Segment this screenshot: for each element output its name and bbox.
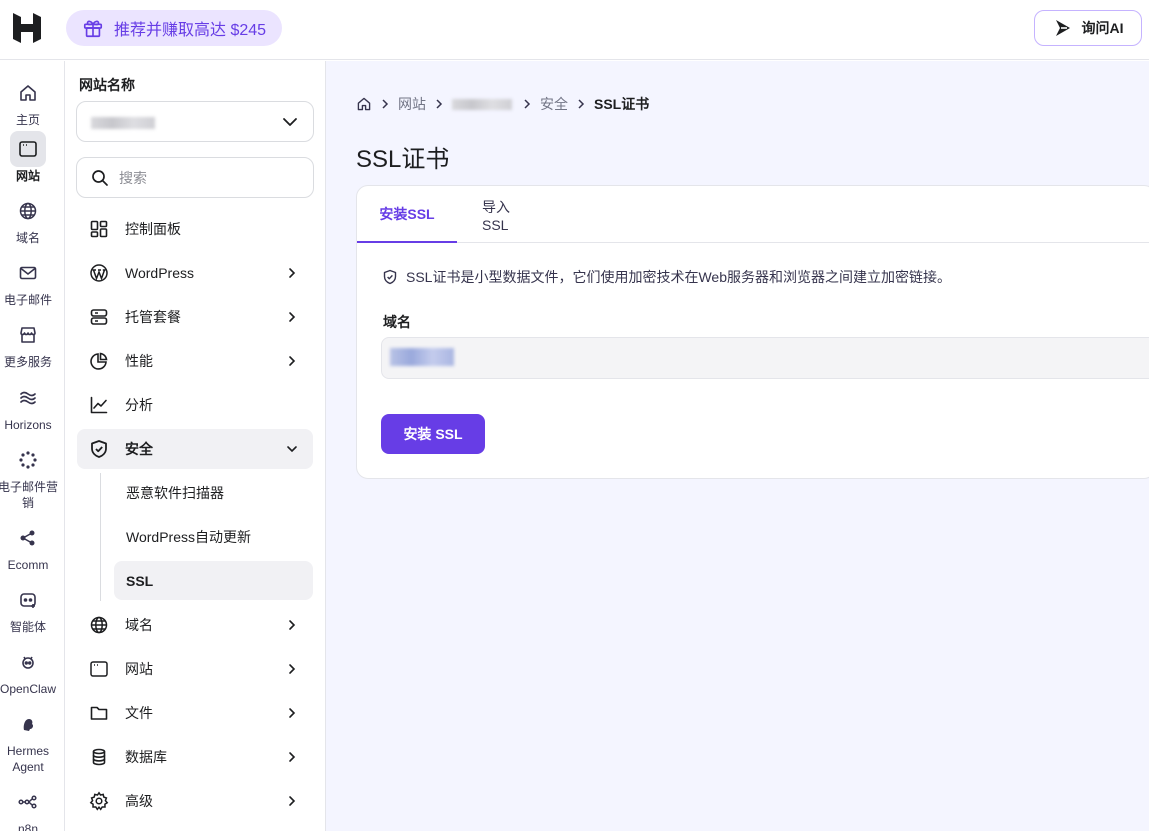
breadcrumb-site-redacted[interactable] bbox=[452, 97, 514, 111]
rail-item-email-marketing[interactable]: 电子邮件营销 bbox=[0, 442, 58, 511]
pie-chart-icon bbox=[90, 352, 108, 370]
breadcrumb-security[interactable]: 安全 bbox=[540, 94, 568, 114]
rail-item-agents[interactable]: 智能体 bbox=[0, 582, 56, 635]
folder-icon bbox=[90, 706, 108, 720]
ask-ai-button[interactable]: 询问AI bbox=[1034, 10, 1142, 46]
chevron-right-icon bbox=[289, 664, 296, 674]
gear-icon bbox=[89, 791, 109, 811]
domain-label: 域名 bbox=[383, 314, 411, 330]
nav-item-databases[interactable]: 数据库 bbox=[77, 737, 313, 777]
rail-item-home[interactable]: 主页 bbox=[0, 75, 56, 128]
rail-item-ecomm[interactable]: Ecomm bbox=[0, 520, 56, 573]
rail-item-domains[interactable]: 域名 bbox=[0, 193, 56, 246]
home-icon bbox=[20, 85, 36, 101]
chevron-right-icon bbox=[289, 620, 296, 630]
shield-icon bbox=[91, 440, 107, 458]
chevron-right-icon bbox=[289, 708, 296, 718]
nav-item-performance[interactable]: 性能 bbox=[77, 341, 313, 381]
ecomm-icon bbox=[20, 530, 35, 546]
store-icon bbox=[20, 327, 36, 343]
rail-item-hermes-agent[interactable]: Hermes Agent bbox=[0, 706, 56, 775]
trend-icon bbox=[90, 396, 108, 414]
page-title: SSL证书 bbox=[356, 146, 450, 173]
site-selector[interactable] bbox=[76, 101, 314, 142]
globe-icon bbox=[90, 616, 108, 634]
referral-button[interactable]: 推荐并赚取高达 $245 bbox=[66, 10, 283, 46]
chevron-right-icon bbox=[289, 796, 296, 806]
rail-item-openclaw[interactable]: OpenClaw bbox=[0, 644, 56, 697]
breadcrumb-current: SSL证书 bbox=[594, 96, 650, 112]
browser-icon bbox=[19, 141, 37, 157]
browser-icon bbox=[90, 661, 108, 677]
tab-import-ssl[interactable]: 导入 SSL bbox=[482, 186, 538, 243]
chevron-right-icon bbox=[289, 356, 296, 366]
top-bar: 推荐并赚取高达 $245 询问AI bbox=[0, 0, 1149, 60]
nav-item-dashboard[interactable]: 控制面板 bbox=[77, 209, 313, 249]
rail-item-websites[interactable]: 网站 bbox=[0, 131, 56, 184]
dashboard-icon bbox=[90, 220, 108, 238]
sub-item-wp-auto-update[interactable]: WordPress自动更新 bbox=[114, 517, 313, 556]
site-sidebar: 网站名称 控制面板 WordPress 托管套餐 性能 分析 安全 恶意软件扫描… bbox=[65, 61, 326, 831]
agent-icon bbox=[20, 593, 36, 608]
tab-bar: 安装SSL 导入 SSL bbox=[357, 186, 1149, 243]
search-input[interactable] bbox=[119, 169, 289, 186]
openclaw-icon bbox=[22, 656, 34, 669]
chevron-right-icon bbox=[436, 99, 443, 109]
rail-item-horizons[interactable]: Horizons bbox=[0, 380, 56, 433]
ssl-info: SSL证书是小型数据文件，它们使用加密技术在Web服务器和浏览器之间建立加密链接… bbox=[382, 267, 951, 287]
burst-icon bbox=[19, 451, 37, 469]
main-nav-rail: 主页 网站 域名 电子邮件 更多服务 Horizons 电子邮件营销 Ecomm… bbox=[0, 61, 65, 831]
hostinger-logo[interactable] bbox=[13, 13, 41, 43]
chevron-right-icon bbox=[289, 312, 296, 322]
wordpress-icon bbox=[90, 264, 108, 282]
main-content: 网站 安全 SSL证书 SSL证书 安装SSL 导入 SSL SSL证书是小型数… bbox=[326, 61, 1149, 831]
site-name-redacted bbox=[91, 117, 155, 129]
server-icon bbox=[90, 309, 108, 325]
ssl-card: 安装SSL 导入 SSL SSL证书是小型数据文件，它们使用加密技术在Web服务… bbox=[356, 185, 1149, 479]
database-icon bbox=[92, 748, 106, 766]
ask-ai-label: 询问AI bbox=[1081, 20, 1124, 36]
shield-check-icon bbox=[383, 269, 397, 285]
chevron-right-icon bbox=[578, 99, 585, 109]
chevron-right-icon bbox=[289, 268, 296, 278]
site-name-label: 网站名称 bbox=[79, 77, 135, 93]
hermes-icon bbox=[23, 719, 34, 731]
install-ssl-button[interactable]: 安装 SSL bbox=[381, 414, 485, 454]
breadcrumb: 网站 安全 SSL证书 bbox=[356, 94, 649, 114]
sub-item-ssl[interactable]: SSL bbox=[114, 561, 313, 600]
domain-select[interactable] bbox=[381, 337, 1149, 379]
chevron-down-icon bbox=[283, 118, 297, 126]
rail-item-more-services[interactable]: 更多服务 bbox=[0, 317, 56, 370]
chevron-right-icon bbox=[524, 99, 531, 109]
tab-install-ssl[interactable]: 安装SSL bbox=[357, 186, 457, 243]
sparkle-icon bbox=[1055, 20, 1070, 36]
globe-icon bbox=[19, 202, 37, 220]
nav-item-domains[interactable]: 域名 bbox=[77, 605, 313, 645]
ssl-info-text: SSL证书是小型数据文件，它们使用加密技术在Web服务器和浏览器之间建立加密链接… bbox=[406, 269, 951, 285]
submenu-guide-line bbox=[100, 473, 101, 601]
nav-item-wordpress[interactable]: WordPress bbox=[77, 253, 313, 293]
nav-item-security[interactable]: 安全 bbox=[77, 429, 313, 469]
chevron-right-icon bbox=[289, 752, 296, 762]
search-icon bbox=[92, 169, 108, 186]
nav-item-files[interactable]: 文件 bbox=[77, 693, 313, 733]
nav-item-analytics[interactable]: 分析 bbox=[77, 385, 313, 425]
mail-icon bbox=[19, 266, 37, 280]
chevron-right-icon bbox=[382, 99, 389, 109]
breadcrumb-websites[interactable]: 网站 bbox=[398, 94, 426, 114]
sub-item-malware-scanner[interactable]: 恶意软件扫描器 bbox=[114, 473, 313, 512]
nav-item-hosting-plan[interactable]: 托管套餐 bbox=[77, 297, 313, 337]
nav-item-website[interactable]: 网站 bbox=[77, 649, 313, 689]
rail-item-n8n[interactable]: n8n bbox=[0, 784, 56, 831]
nav-item-advanced[interactable]: 高级 bbox=[77, 781, 313, 821]
home-icon[interactable] bbox=[356, 96, 372, 112]
n8n-icon bbox=[18, 795, 37, 809]
gift-icon bbox=[83, 20, 103, 38]
horizons-icon bbox=[20, 391, 36, 405]
search-field[interactable] bbox=[76, 157, 314, 198]
chevron-down-icon bbox=[287, 446, 297, 453]
domain-value-redacted bbox=[390, 348, 454, 366]
referral-label: 推荐并赚取高达 $245 bbox=[114, 22, 267, 39]
rail-item-email[interactable]: 电子邮件 bbox=[0, 255, 56, 308]
